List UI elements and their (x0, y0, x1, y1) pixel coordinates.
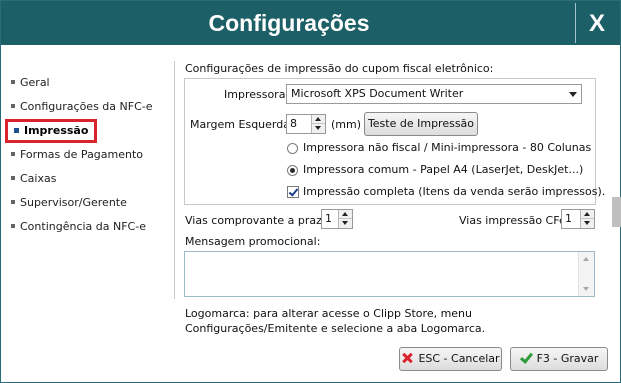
stepper-buttons (338, 210, 352, 228)
sidebar-item-label: Impressão (24, 124, 89, 137)
close-icon (401, 352, 413, 364)
full-print-label: Impressão completa (Itens da venda serão… (303, 185, 606, 198)
sidebar-item-label: Caixas (20, 172, 57, 185)
promo-message-label: Mensagem promocional: (185, 235, 321, 248)
logo-note: Logomarca: para alterar acesse o Clipp S… (185, 307, 486, 335)
sidebar-item-label: Supervisor/Gerente (20, 196, 127, 209)
margin-value: 8 (290, 117, 297, 130)
promo-message-scrollbar[interactable] (578, 252, 594, 296)
chevron-down-icon (569, 92, 577, 97)
title-bar: Configurações X (1, 1, 620, 45)
test-print-button[interactable]: Teste de Impressão (364, 112, 478, 136)
sidebar-item-label: Contingência da NFC-e (20, 220, 146, 233)
bullet-icon (11, 80, 15, 84)
margin-unit: (mm) (331, 118, 362, 131)
vias-prazo-stepper[interactable]: 1 (321, 209, 353, 229)
cancel-button[interactable]: ESC - Cancelar (399, 347, 502, 371)
bullet-icon (11, 176, 15, 180)
margin-label: Margem Esquerda: (190, 118, 294, 131)
close-button[interactable]: X (575, 3, 617, 43)
bullet-icon (11, 152, 15, 156)
bullet-icon (14, 127, 19, 133)
bullet-icon (11, 104, 15, 108)
bullet-icon (11, 224, 15, 228)
sidebar-item-label: Formas de Pagamento (20, 148, 144, 161)
edge-scroll-thumb[interactable] (612, 197, 621, 227)
vias-cfe-stepper[interactable]: 1 (561, 209, 595, 229)
vias-cfe-label: Vias impressão CFe: (459, 214, 570, 227)
stepper-down-icon[interactable] (339, 219, 352, 228)
save-button-label: F3 - Gravar (536, 352, 599, 365)
radio-nonfiscal-printer[interactable] (287, 143, 298, 154)
stepper-buttons (311, 115, 325, 133)
settings-dialog: Configurações X Geral Configurações da N… (0, 0, 621, 383)
radio-nonfiscal-label: Impressora não fiscal / Mini-impressora … (303, 141, 592, 154)
section-title: Configurações de impressão do cupom fisc… (185, 62, 494, 75)
sidebar-item-contingencia[interactable]: Contingência da NFC-e (11, 217, 146, 237)
save-button[interactable]: F3 - Gravar (510, 347, 608, 371)
stepper-up-icon[interactable] (312, 115, 325, 124)
vias-cfe-value: 1 (565, 212, 572, 225)
scroll-down-icon[interactable] (579, 284, 594, 296)
vias-prazo-value: 1 (325, 212, 332, 225)
stepper-up-icon[interactable] (339, 210, 352, 219)
cancel-button-label: ESC - Cancelar (418, 352, 500, 365)
stepper-up-icon[interactable] (581, 210, 594, 219)
printer-select[interactable]: Microsoft XPS Document Writer (286, 84, 582, 104)
sidebar-item-supervisor[interactable]: Supervisor/Gerente (11, 193, 127, 213)
stepper-down-icon[interactable] (581, 219, 594, 228)
bullet-icon (11, 200, 15, 204)
promo-message-input[interactable] (184, 251, 595, 297)
sidebar-item-caixas[interactable]: Caixas (11, 169, 56, 189)
scroll-up-icon[interactable] (579, 252, 594, 264)
full-print-checkbox[interactable] (287, 186, 299, 198)
dialog-title: Configurações (208, 10, 370, 36)
radio-common-label: Impressora comum - Papel A4 (LaserJet, D… (303, 163, 584, 176)
sidebar-item-impressao[interactable]: Impressão (5, 119, 98, 143)
sidebar-item-label: Configurações da NFC-e (20, 100, 153, 113)
stepper-down-icon[interactable] (312, 124, 325, 133)
margin-stepper[interactable]: 8 (286, 114, 326, 134)
radio-common-printer[interactable] (287, 165, 298, 176)
sidebar-item-geral[interactable]: Geral (11, 73, 50, 93)
vias-prazo-label: Vias comprovante a prazo: (185, 214, 333, 227)
stepper-buttons (580, 210, 594, 228)
sidebar-item-nfce-config[interactable]: Configurações da NFC-e (11, 97, 153, 117)
sidebar-divider (174, 61, 175, 299)
printer-select-value: Microsoft XPS Document Writer (291, 87, 464, 100)
checkmark-icon (520, 352, 532, 364)
sidebar-item-formas-pagamento[interactable]: Formas de Pagamento (11, 145, 143, 165)
sidebar-item-label: Geral (20, 76, 50, 89)
printer-label: Impressora: (224, 88, 290, 101)
